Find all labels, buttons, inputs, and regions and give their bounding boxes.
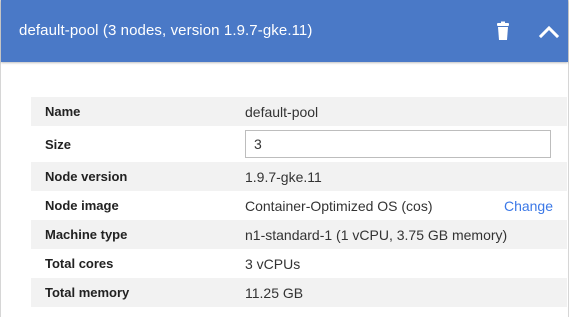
node-pool-header[interactable]: default-pool (3 nodes, version 1.9.7-gke… xyxy=(1,0,568,62)
total-memory-label: Total memory xyxy=(45,285,130,300)
node-version-value: 1.9.7-gke.11 xyxy=(245,168,322,185)
total-cores-label: Total cores xyxy=(45,256,114,271)
detail-row-node-image: Node image Container-Optimized OS (cos) … xyxy=(31,191,567,220)
name-label: Name xyxy=(45,104,81,119)
total-cores-value: 3 vCPUs xyxy=(245,255,301,272)
size-value-container xyxy=(231,130,567,158)
change-node-image-link[interactable]: Change xyxy=(504,198,553,214)
node-pool-title: default-pool (3 nodes, version 1.9.7-gke… xyxy=(19,22,313,39)
collapse-button[interactable] xyxy=(537,21,561,43)
size-label: Size xyxy=(45,136,72,152)
detail-row-size: Size xyxy=(31,126,567,162)
total-memory-value: 11.25 GB xyxy=(245,284,304,301)
node-image-value-container: Container-Optimized OS (cos) Change xyxy=(231,198,567,214)
node-image-label: Node image xyxy=(45,198,119,213)
detail-row-name: Name default-pool xyxy=(31,97,567,126)
size-input[interactable] xyxy=(245,130,551,158)
delete-node-pool-button[interactable] xyxy=(492,20,514,42)
node-pool-panel: default-pool (3 nodes, version 1.9.7-gke… xyxy=(0,0,569,317)
detail-row-total-cores: Total cores 3 vCPUs xyxy=(31,249,567,278)
node-version-label: Node version xyxy=(45,169,128,184)
machine-type-value: n1-standard-1 (1 vCPU, 3.75 GB memory) xyxy=(245,226,508,243)
detail-row-total-memory: Total memory 11.25 GB xyxy=(31,278,567,307)
detail-row-node-version: Node version 1.9.7-gke.11 xyxy=(31,162,567,191)
node-image-value: Container-Optimized OS (cos) xyxy=(245,197,433,214)
machine-type-label: Machine type xyxy=(45,227,128,242)
detail-row-machine-type: Machine type n1-standard-1 (1 vCPU, 3.75… xyxy=(31,220,567,249)
node-pool-details: Name default-pool Size Node version 1.9.… xyxy=(31,97,567,307)
name-value: default-pool xyxy=(245,103,319,120)
trash-icon xyxy=(497,21,509,40)
chevron-up-icon xyxy=(538,25,560,39)
